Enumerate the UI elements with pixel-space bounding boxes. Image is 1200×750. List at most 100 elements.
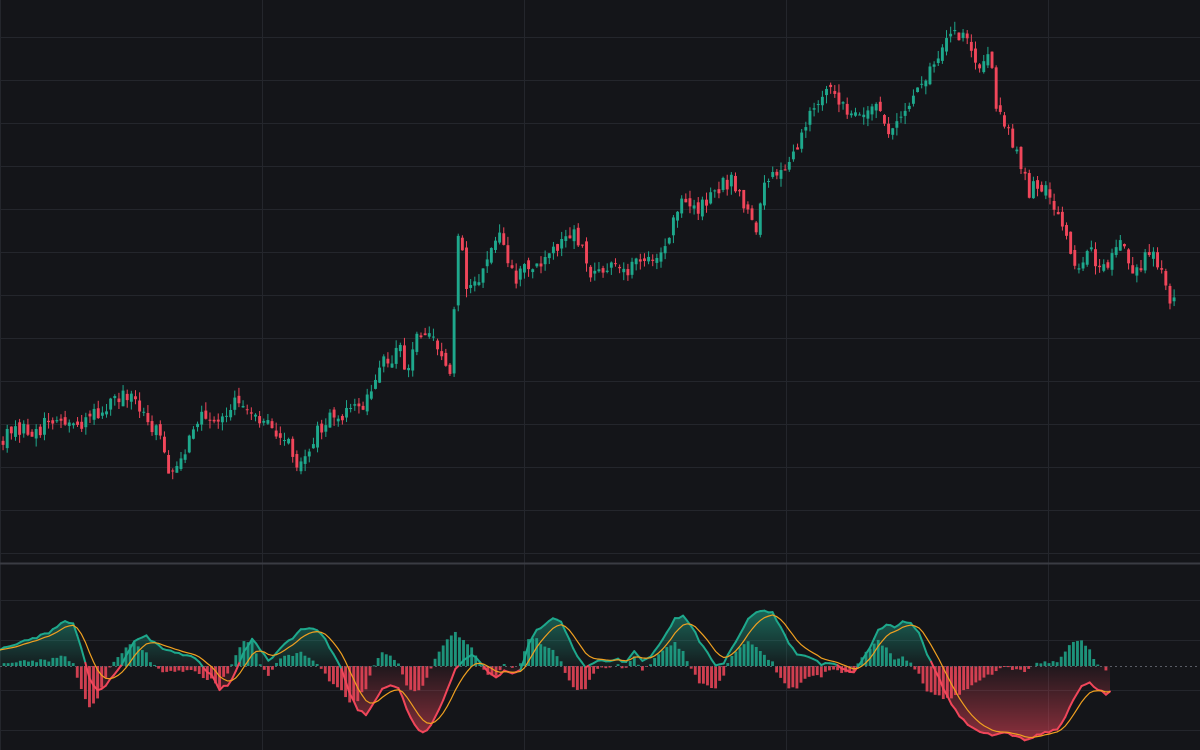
candle-body xyxy=(787,161,791,170)
candle-body xyxy=(1160,268,1164,270)
histogram-bar xyxy=(502,663,506,666)
candle-body xyxy=(158,424,162,436)
candle-body xyxy=(1,440,5,445)
histogram-bar xyxy=(315,663,319,666)
candle-body xyxy=(411,349,415,371)
candle-body xyxy=(51,420,55,424)
candle-body xyxy=(539,263,543,267)
candle-body xyxy=(800,132,804,149)
candle-body xyxy=(1123,244,1126,247)
candle-body xyxy=(862,114,866,118)
histogram-bar xyxy=(929,666,933,693)
candle-body xyxy=(1172,297,1176,302)
histogram-bar xyxy=(636,664,640,666)
candle-body xyxy=(945,38,948,52)
histogram-bar xyxy=(388,655,392,666)
candle xyxy=(456,233,460,312)
candle-body xyxy=(866,110,870,119)
candle-body xyxy=(1127,249,1131,264)
candle-body xyxy=(1015,149,1019,152)
candle-body xyxy=(287,438,291,444)
candle-body xyxy=(936,58,940,63)
candle-body xyxy=(816,104,820,106)
histogram-bar xyxy=(677,648,681,666)
histogram-bar xyxy=(449,635,453,666)
candle-body xyxy=(80,421,84,429)
candle-body xyxy=(969,41,973,51)
candle-body xyxy=(982,61,986,73)
candle-body xyxy=(614,263,617,265)
histogram-bar xyxy=(787,666,791,689)
histogram-bar xyxy=(1035,662,1039,666)
candle xyxy=(1069,231,1073,255)
candle-body xyxy=(382,356,386,367)
histogram-bar xyxy=(1027,666,1031,669)
candle-body xyxy=(249,412,253,414)
candle-body xyxy=(1081,262,1085,269)
candle-body xyxy=(121,390,125,407)
candle-body xyxy=(796,147,799,150)
histogram-bar xyxy=(917,666,921,674)
candle-body xyxy=(895,121,899,128)
candle-body xyxy=(659,252,663,262)
candle-body xyxy=(179,458,183,470)
candle-body xyxy=(845,103,849,115)
candle-body xyxy=(76,421,79,425)
candle-body xyxy=(1110,253,1114,270)
candle-body xyxy=(489,248,493,263)
candle-body xyxy=(1027,173,1031,198)
histogram-bar xyxy=(807,666,811,677)
histogram-bar xyxy=(1088,649,1092,666)
histogram-bar xyxy=(392,659,396,666)
candle-body xyxy=(783,169,787,171)
candle-body xyxy=(700,199,704,217)
candle-body xyxy=(311,444,315,449)
candle-body xyxy=(423,333,427,336)
histogram-bar xyxy=(254,653,258,666)
histogram-bar xyxy=(144,652,148,666)
candle-body xyxy=(870,106,874,115)
candle-body xyxy=(833,91,837,94)
histogram-bar xyxy=(425,666,429,678)
histogram-bar xyxy=(470,647,474,666)
histogram-bar xyxy=(1076,640,1079,666)
histogram-bar xyxy=(258,664,262,666)
candle-body xyxy=(1019,146,1023,170)
histogram-bar xyxy=(1071,641,1075,666)
candle-body xyxy=(1007,127,1011,129)
candle-body xyxy=(71,423,75,426)
candle-body xyxy=(709,192,713,204)
candle-body xyxy=(262,420,266,423)
histogram-bar xyxy=(701,666,705,684)
candle-body xyxy=(1089,247,1093,250)
candle-body xyxy=(878,101,882,111)
histogram-bar xyxy=(1039,663,1043,666)
candle-body xyxy=(920,83,924,85)
candle-body xyxy=(100,412,104,416)
candle-body xyxy=(903,110,907,116)
candle-body xyxy=(398,344,402,352)
candle xyxy=(1143,248,1147,274)
histogram-bar xyxy=(819,666,823,678)
candle-body xyxy=(38,426,42,436)
candle-body xyxy=(531,269,535,273)
histogram-bar xyxy=(1084,645,1088,666)
candle-body xyxy=(651,259,655,261)
candle xyxy=(187,434,191,454)
candle-body xyxy=(440,351,444,357)
histogram-bar xyxy=(39,659,43,666)
candle-body xyxy=(974,48,977,63)
candle-body xyxy=(469,285,473,288)
candle-body xyxy=(109,398,113,410)
histogram-bar xyxy=(1047,663,1051,666)
histogram-bar xyxy=(307,657,311,666)
candle-body xyxy=(738,190,742,192)
candle-body xyxy=(916,87,919,93)
candle-body xyxy=(1085,251,1089,265)
candle-body xyxy=(113,396,117,399)
candle-body xyxy=(572,229,576,242)
candle-body xyxy=(891,128,895,135)
histogram-bar xyxy=(889,653,892,666)
candle-body xyxy=(564,236,568,241)
candle-body xyxy=(394,347,398,364)
